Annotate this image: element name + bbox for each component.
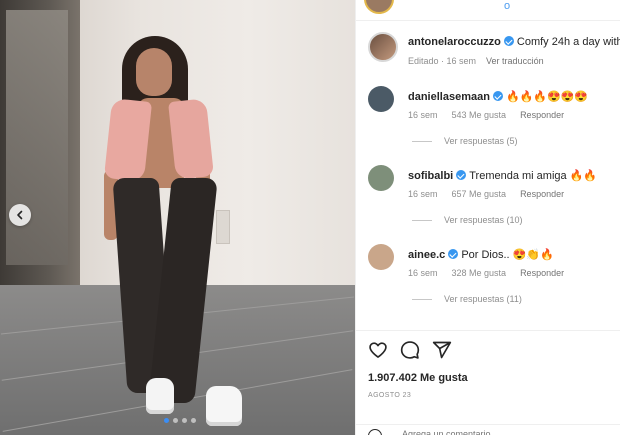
reply-button[interactable]: Responder [520,110,564,120]
caption-avatar[interactable] [368,32,398,62]
comment-time: 16 sem [408,189,438,199]
comment-body: sofibalbi Tremenda mi amiga 🔥🔥 [408,169,597,182]
carousel-prev-button[interactable] [9,204,31,226]
comment-body: ainee.c Por Dios.. 😍👏🔥 [408,248,554,261]
view-replies-label: Ver respuestas (10) [444,215,523,225]
carousel-dot [173,418,178,423]
comment-item: daniellasemaan 🔥🔥🔥😍😍😍 16 sem 543 Me gusta R… [356,86,620,166]
figure-face [136,48,172,96]
comment-likes[interactable]: 543 Me gusta [452,110,507,120]
heart-icon[interactable] [368,340,388,360]
comment-item: sofibalbi Tremenda mi amiga 🔥🔥 16 sem 657 … [356,165,620,245]
comment-text: 🔥🔥🔥😍😍😍 [505,91,589,103]
comment-avatar[interactable] [368,165,394,191]
actions-divider [356,330,620,331]
verified-badge-icon [503,36,514,46]
caption-meta: Editado · 16 sem Ver traducción [408,56,544,66]
comment-text: Tremenda mi amiga 🔥🔥 [469,170,598,182]
comment-avatar[interactable] [368,244,394,270]
comment-meta: 16 sem 543 Me gusta Responder [408,110,578,120]
reply-button[interactable]: Responder [520,268,564,278]
post-side-panel: o antonelaroccuzzo Comfy 24h a day with E… [355,0,620,435]
verified-badge-icon [492,91,503,101]
carousel-dot [182,418,187,423]
carousel-indicator [164,418,196,423]
comment-time: 16 sem [408,268,438,278]
comment-item: ainee.c Por Dios.. 😍👏🔥 16 sem 328 Me gusta… [356,244,620,324]
comment-likes[interactable]: 657 Me gusta [452,189,507,199]
photo-wall-outlet [216,210,230,244]
emoji-icon[interactable] [368,429,382,435]
figure-pink-top-left [103,98,153,182]
share-icon[interactable] [432,340,452,360]
view-replies-label: Ver respuestas (11) [444,294,522,304]
figure-right-sneaker [206,386,242,426]
chevron-left-icon [17,210,23,220]
verified-badge-icon [456,170,467,180]
comment-text: Por Dios.. 😍👏🔥 [461,249,554,261]
replies-line [412,298,432,300]
comment-input[interactable] [402,429,552,435]
figure-pink-top-right [168,98,214,180]
comment-composer [356,424,620,435]
carousel-dot [164,418,169,423]
view-replies-button[interactable]: Ver respuestas (5) [412,136,518,146]
post-photo[interactable] [0,0,355,435]
comment-username[interactable]: daniellasemaan [408,91,490,103]
photo-door-pane [6,10,68,265]
likes-count[interactable]: 1.907.402 Me gusta [368,372,468,384]
header-divider [356,20,620,21]
comment-meta: 16 sem 328 Me gusta Responder [408,268,578,278]
view-replies-label: Ver respuestas (5) [444,136,518,146]
carousel-dot [191,418,196,423]
translate-link[interactable]: Ver traducción [486,56,544,66]
instagram-post-view: o antonelaroccuzzo Comfy 24h a day with E… [0,0,620,435]
comment-likes[interactable]: 328 Me gusta [452,268,507,278]
photo-door [0,0,80,295]
comment-username[interactable]: ainee.c [408,249,445,261]
view-replies-button[interactable]: Ver respuestas (11) [412,294,522,304]
view-replies-button[interactable]: Ver respuestas (10) [412,215,523,225]
caption-text: Comfy 24h a day with [516,36,620,48]
comment-time: 16 sem [408,110,438,120]
comment-meta: 16 sem 657 Me gusta Responder [408,189,578,199]
comment-body: daniellasemaan 🔥🔥🔥😍😍😍 [408,90,588,103]
caption-edited: Editado · 16 sem [408,56,477,66]
header-link-fragment[interactable]: o [504,0,510,12]
comment-icon[interactable] [400,340,420,360]
verified-badge-icon [448,249,459,259]
figure-left-sneaker [146,378,174,414]
post-actions [368,340,452,360]
comment-avatar[interactable] [368,86,394,112]
replies-line [412,219,432,221]
caption-username[interactable]: antonelaroccuzzo [408,36,501,48]
post-date: AGOSTO 23 [368,392,412,399]
header-avatar[interactable] [364,0,394,14]
comment-username[interactable]: sofibalbi [408,170,453,182]
caption: antonelaroccuzzo Comfy 24h a day with [408,36,620,48]
reply-button[interactable]: Responder [520,189,564,199]
replies-line [412,140,432,142]
